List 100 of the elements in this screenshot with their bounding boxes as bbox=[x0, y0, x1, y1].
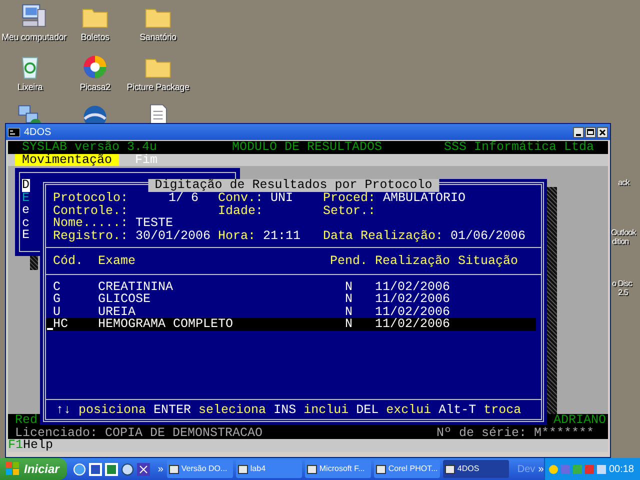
column-header: Pend. bbox=[330, 255, 369, 268]
icon-label: Picasa2 bbox=[80, 82, 110, 93]
icon-label: ack bbox=[618, 178, 630, 187]
toolbar-label: Dev bbox=[517, 462, 536, 476]
action-hint: seleciona bbox=[198, 404, 266, 416]
spreadsheet-icon[interactable] bbox=[104, 462, 118, 476]
help-label[interactable]: Help bbox=[23, 439, 54, 452]
table-cell-text: N bbox=[344, 318, 354, 330]
window-icon bbox=[376, 464, 386, 474]
key-hint: Alt-T bbox=[438, 404, 476, 416]
table-cell-text: N bbox=[344, 280, 354, 293]
field-value: 21:11 bbox=[263, 230, 301, 242]
table-cell-text: 11/02/2006 bbox=[375, 306, 452, 318]
table-row[interactable]: HC HEMOGRAMA COMPLETO N 11/02/2006 bbox=[46, 318, 536, 330]
table-cell-text: G bbox=[53, 293, 62, 306]
action-hint: inclui bbox=[304, 404, 349, 416]
table-cell-text: CREATININA bbox=[98, 280, 174, 293]
menu-hotkey[interactable]: c bbox=[22, 216, 30, 229]
clock: 00:18 bbox=[608, 462, 634, 476]
app-version: SYSLAB versão 3.4u bbox=[22, 141, 158, 154]
license-text: Licenciado: COPIA DE DEMONSTRACAO bbox=[15, 426, 263, 439]
icon-label: Sanatório bbox=[140, 32, 176, 43]
minimize-button[interactable] bbox=[573, 126, 584, 138]
field-label: Nome.....: bbox=[53, 217, 130, 230]
field-label: Hora: bbox=[218, 230, 256, 242]
menu-hotkey[interactable]: E bbox=[22, 192, 30, 204]
action-hint: posiciona bbox=[78, 404, 146, 416]
icon-label: Picture Package bbox=[126, 82, 190, 93]
table-cell-text: 11/02/2006 bbox=[375, 280, 452, 293]
table-row[interactable]: G GLICOSE N 11/02/2006 bbox=[46, 293, 536, 306]
icon-label: o Disc bbox=[612, 279, 632, 288]
field-value: TESTE bbox=[136, 217, 174, 230]
table-row[interactable]: C CREATININA N 11/02/2006 bbox=[46, 280, 536, 293]
field-value: AMBULATORIO bbox=[383, 192, 466, 204]
close-icon bbox=[599, 128, 606, 136]
taskbar-button[interactable]: Microsoft F... bbox=[305, 460, 372, 478]
table-cell-text: C bbox=[53, 280, 62, 293]
word-icon[interactable] bbox=[88, 462, 102, 476]
window-icon bbox=[169, 464, 180, 474]
overflow-chevron[interactable]: » bbox=[158, 462, 164, 476]
module-title: MODULO DE RESULTADOS bbox=[232, 141, 382, 154]
icon-label: Outlook bbox=[611, 228, 636, 237]
menu-hotkey[interactable]: e bbox=[22, 204, 30, 216]
status-text: Red bbox=[15, 414, 38, 426]
company-name: SSS Informática Ltda bbox=[444, 141, 594, 154]
window-icon bbox=[445, 464, 456, 474]
menu-item[interactable]: Movimentação bbox=[15, 154, 120, 166]
console-icon bbox=[8, 128, 20, 136]
close-button[interactable] bbox=[597, 126, 608, 138]
window-icon bbox=[307, 464, 318, 474]
field-label: Idade: bbox=[218, 204, 264, 217]
app-icon[interactable] bbox=[136, 462, 150, 476]
help-key: F1 bbox=[8, 439, 24, 452]
text-cursor bbox=[47, 328, 53, 330]
table-cell-text: 11/02/2006 bbox=[375, 293, 452, 306]
field-label: Controle.: bbox=[53, 204, 130, 217]
maximize-button[interactable] bbox=[585, 126, 596, 138]
field-value: 30/01/2006 bbox=[136, 230, 211, 242]
field-label: Data Realização: bbox=[323, 230, 444, 242]
icon-label: 2.5 bbox=[618, 288, 628, 297]
icon-label: Boletos bbox=[80, 32, 110, 43]
taskbar-button[interactable]: Versão DO... bbox=[167, 460, 234, 478]
column-header: Realização bbox=[375, 255, 452, 268]
action-hint: exclui bbox=[386, 404, 432, 416]
field-label: Proced: bbox=[323, 192, 376, 204]
taskbar-button[interactable]: lab4 bbox=[236, 460, 302, 478]
field-label: Protocolo: bbox=[53, 192, 130, 204]
table-cell-text: N bbox=[344, 293, 354, 306]
table-cell-text: U bbox=[53, 306, 62, 318]
menu-hotkey[interactable]: D bbox=[22, 179, 30, 192]
window-icon bbox=[238, 464, 248, 474]
table-cell-text: UREIA bbox=[98, 306, 137, 318]
column-header: Exame bbox=[98, 255, 137, 268]
table-cell-text: HEMOGRAMA COMPLETO bbox=[98, 318, 234, 330]
column-header: Cód. bbox=[53, 255, 84, 268]
menu-hotkey[interactable]: E bbox=[22, 229, 30, 242]
windows-flag-icon bbox=[6, 462, 20, 476]
field-label: Conv.: bbox=[218, 192, 264, 204]
column-header: Situação bbox=[458, 255, 520, 268]
action-hint: troca bbox=[484, 404, 522, 416]
field-label: Registro.: bbox=[53, 230, 130, 242]
dialog-title: Digitação de Resultados por Protocolo bbox=[148, 179, 440, 192]
globe-icon[interactable] bbox=[120, 462, 134, 476]
icon-label: dition bbox=[612, 237, 629, 246]
window-title: 4DOS bbox=[24, 126, 52, 140]
field-value: UNI bbox=[270, 192, 294, 204]
table-cell-text: HC bbox=[53, 318, 70, 330]
panel-shadow bbox=[30, 256, 38, 270]
field-value: 1/ 6 bbox=[167, 192, 198, 204]
taskbar-button[interactable]: Corel PHOT... bbox=[374, 460, 440, 478]
key-hint: ENTER bbox=[154, 404, 192, 416]
taskbar-button[interactable]: 4DOS bbox=[443, 460, 510, 478]
table-row[interactable]: U UREIA N 11/02/2006 bbox=[46, 306, 536, 318]
table-cell-text: N bbox=[344, 306, 354, 318]
start-button[interactable]: Iniciar bbox=[0, 458, 67, 480]
browser-icon[interactable] bbox=[72, 462, 86, 476]
key-hint: DEL bbox=[356, 404, 379, 416]
icon-label: Lixeira bbox=[17, 82, 43, 93]
overflow-chevron[interactable]: » bbox=[538, 462, 544, 476]
table-cell-text: 11/02/2006 bbox=[375, 318, 452, 330]
